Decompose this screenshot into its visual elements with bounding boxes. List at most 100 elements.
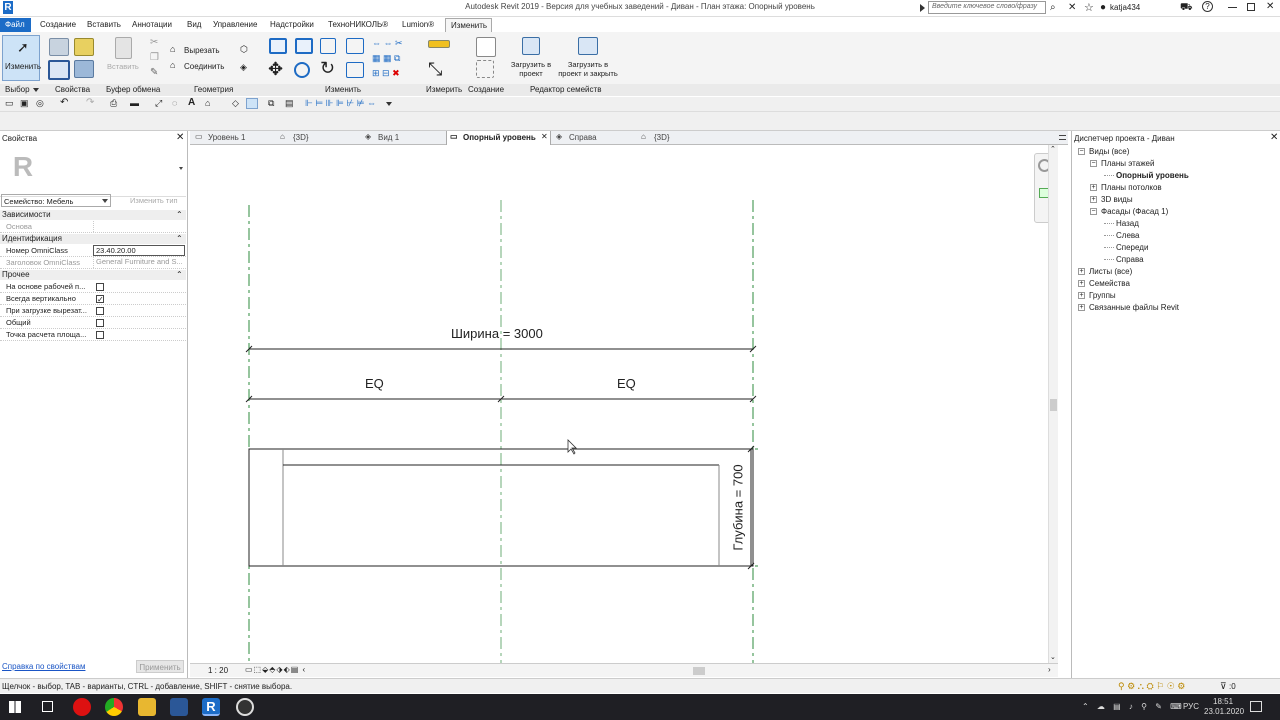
collapse-toggle-icon[interactable]: − [1090,208,1097,216]
collapse-toggle-icon[interactable]: − [1090,160,1097,168]
paint-icon[interactable]: ◈ [240,62,247,73]
tabs-menu-icon[interactable] [1059,135,1066,140]
paste-label[interactable]: Вставить [107,62,139,71]
tree-node[interactable]: − Фасады (Фасад 1) [1090,207,1168,216]
trim-icon[interactable] [346,62,364,78]
expand-toggle-icon[interactable]: + [1090,184,1097,192]
checkbox[interactable] [96,307,104,315]
collapse-icon[interactable]: ⌃ [176,234,183,243]
switch-windows-icon[interactable]: ▤ [285,98,294,109]
cut-geometry-icon[interactable]: ⌂ [170,44,175,54]
geometry-misc-icon[interactable]: ⬡ [240,44,248,55]
measure-qat-icon[interactable]: ⤢ [155,98,162,109]
tools-icon[interactable]: ✕ [1068,2,1076,13]
search-input[interactable]: Введите ключевое слово/фразу [928,1,1046,14]
tab-annotate[interactable]: Аннотации [127,18,177,32]
status-tools-icon[interactable]: ⚲ ⚙ ⛬ ⛭ ⚐ ☉ ⚙ [1118,681,1185,692]
tab-view-1[interactable]: ◈ Вид 1 [362,131,446,145]
tab-create[interactable]: Создание [35,18,81,32]
load-into-project-button[interactable]: Загрузить в проект [508,60,554,78]
depth-dimension-label[interactable]: Глубина = 700 [731,458,746,558]
star-icon[interactable]: ☆ [1084,1,1094,14]
revit-taskbar-icon[interactable]: R [202,698,220,716]
tree-node[interactable]: − Планы этажей [1090,159,1154,168]
tab-tn[interactable]: ТехноНИКОЛЬ® [323,18,393,32]
close-icon[interactable]: ✕ [1266,1,1274,12]
3d-view-icon[interactable]: ⌂ [205,98,210,108]
tree-node[interactable]: + Листы (все) [1078,267,1132,276]
properties-close-icon[interactable]: ✕ [176,132,184,143]
checkbox-checked[interactable]: ✓ [96,295,104,304]
create-group-icon[interactable] [476,60,494,78]
group-other[interactable]: Прочее ⌃ [0,270,186,280]
split-icon[interactable]: ⇔ ⇔ ✂ [372,38,403,49]
help-icon[interactable]: ? [1202,1,1213,12]
expand-toggle-icon[interactable]: + [1078,304,1085,312]
scroll-down-icon[interactable]: ⌄ [1050,653,1056,661]
paste-icon[interactable] [115,37,132,59]
close-hidden-icon[interactable]: ⧉ [268,98,274,109]
copy-element-icon[interactable] [294,62,310,78]
tab-close-icon[interactable]: ✕ [541,132,548,141]
omniclass-number-field[interactable]: 23.40.20.00 [93,245,185,256]
tree-node[interactable]: Опорный уровень [1104,171,1189,180]
panel-select[interactable]: Выбор [5,85,30,94]
checkbox[interactable] [96,283,104,291]
mirror-draw-icon[interactable] [346,38,364,54]
tab-modify[interactable]: Изменить [445,18,492,32]
eq-label-left[interactable]: EQ [365,376,384,391]
maximize-icon[interactable] [1247,3,1255,11]
open-icon[interactable]: ▭ [5,98,14,109]
join-label[interactable]: Соединить [184,62,224,71]
tab-right[interactable]: ◈ Справа [553,131,637,145]
horizontal-scrollbar-thumb[interactable] [693,667,705,675]
info-arrow-icon[interactable] [920,4,925,12]
clock-time[interactable]: 18:51 [1213,697,1233,706]
user-name[interactable]: katja434 [1110,3,1140,12]
array-icon[interactable]: ▦ ▦ ⧉ [372,53,400,64]
explorer-icon[interactable] [138,698,156,716]
thin-lines-icon[interactable]: ▬ [130,98,139,108]
align-tools-icon[interactable]: ⊩ ⊨ ⊪ ⊫ ⊬ ⊭ ⇔ [305,98,376,109]
width-dimension-label[interactable]: Ширина = 3000 [451,326,543,341]
thin-lines-active-icon[interactable] [246,98,258,109]
tab-lumion[interactable]: Lumion® [397,18,439,32]
tab-ref-level[interactable]: ▭ Опорный уровень ✕ [446,131,551,145]
match-icon[interactable]: ✎ [150,67,158,78]
undo-icon[interactable]: ↶ [60,97,68,108]
collapse-icon[interactable]: ⌃ [176,270,183,279]
minimize-icon[interactable] [1228,7,1237,8]
mirror-axis-icon[interactable] [320,38,336,54]
binoculars-icon[interactable]: ⌕ [1050,2,1056,13]
dimension-icon[interactable]: ⤡ [428,60,442,78]
tag-icon[interactable]: ◌ [172,98,177,108]
align-icon[interactable] [269,38,287,54]
checkbox[interactable] [96,331,104,339]
vertical-scrollbar[interactable]: ⌃ ⌄ [1048,145,1058,663]
cart-icon[interactable]: ⛟ [1180,2,1193,15]
modify-button[interactable]: ➚ Изменить [2,35,41,81]
opera-icon[interactable] [73,698,91,716]
eq-label-right[interactable]: EQ [617,376,636,391]
group-identity[interactable]: Идентификация ⌃ [0,234,186,244]
tab-addins[interactable]: Надстройки [265,18,319,32]
copy-icon[interactable]: ❐ [150,52,159,63]
pin-icon[interactable]: ⊞ ⊟ ✖ [372,68,400,79]
print-icon[interactable]: ⎙ [110,98,117,109]
type-preview[interactable]: R [0,145,186,197]
user-icon[interactable]: ● [1100,2,1106,13]
browser-close-icon[interactable]: ✕ [1270,132,1278,143]
scroll-up-icon[interactable]: ⌃ [1050,145,1056,153]
notifications-icon[interactable] [1250,701,1262,712]
measure-icon[interactable] [428,40,450,48]
load-into-project-icon[interactable] [522,37,540,55]
offset-icon[interactable] [295,38,313,54]
edit-type-button[interactable]: Изменить тип [115,194,185,207]
redo-icon[interactable]: ↷ [86,97,94,108]
collapse-icon[interactable]: ⌃ [176,210,183,219]
expand-toggle-icon[interactable]: + [1078,280,1085,288]
apply-button[interactable]: Применить [136,660,184,673]
obs-icon[interactable] [236,698,254,716]
family-types-icon[interactable] [48,60,70,80]
tree-node[interactable]: Слева [1104,231,1140,240]
